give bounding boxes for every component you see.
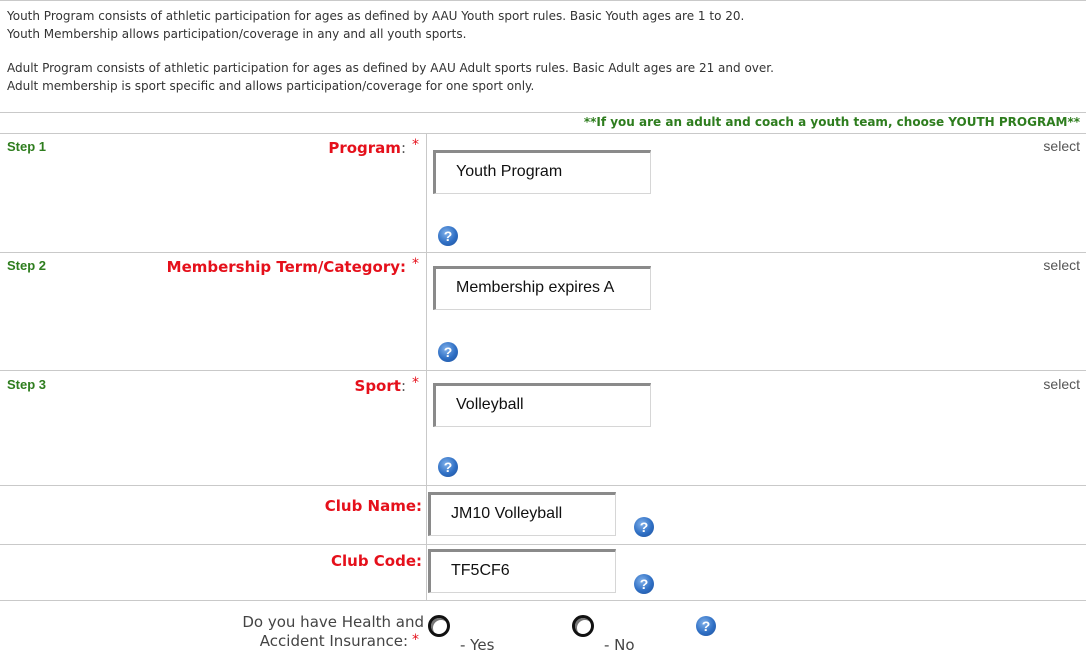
step1-number: Step 1: [7, 139, 47, 154]
program-field[interactable]: Youth Program: [433, 150, 651, 194]
adult-intro-line2: Adult membership is sport specific and a…: [7, 79, 535, 93]
club-code-field[interactable]: TF5CF6: [428, 549, 616, 593]
insurance-question-line2: Accident Insurance:: [259, 632, 408, 650]
insurance-help-icon[interactable]: ?: [696, 616, 716, 636]
insurance-question-line1: Do you have Health and: [242, 613, 424, 631]
youth-intro-line2: Youth Membership allows participation/co…: [7, 27, 467, 41]
required-asterisk: *: [412, 256, 419, 272]
insurance-yes-label: - Yes: [460, 636, 495, 654]
sport-help-icon[interactable]: ?: [438, 457, 458, 477]
sport-select-link[interactable]: select: [1043, 376, 1080, 392]
membership-term-select-link[interactable]: select: [1043, 257, 1080, 273]
club-name-label: Club Name:: [324, 497, 422, 515]
youth-coach-notice: **If you are an adult and coach a youth …: [583, 115, 1080, 129]
club-name-help-icon[interactable]: ?: [634, 517, 654, 537]
program-label-text: Program: [328, 139, 401, 157]
program-help-icon[interactable]: ?: [438, 226, 458, 246]
required-asterisk: *: [412, 137, 419, 153]
insurance-no-radio[interactable]: [572, 615, 594, 637]
club-code-label: Club Code:: [330, 552, 422, 570]
required-asterisk: *: [412, 632, 419, 648]
program-label: Program:: [328, 139, 406, 157]
club-code-help-icon[interactable]: ?: [634, 574, 654, 594]
membership-term-field[interactable]: Membership expires A: [433, 266, 651, 310]
insurance-yes-radio[interactable]: [428, 615, 450, 637]
sport-field[interactable]: Volleyball: [433, 383, 651, 427]
youth-intro-line1: Youth Program consists of athletic parti…: [7, 9, 745, 23]
step3-number: Step 3: [7, 377, 47, 392]
membership-term-label: Membership Term/Category:: [166, 258, 406, 276]
sport-label-text: Sport: [354, 377, 401, 395]
program-label-colon: :: [400, 139, 406, 157]
sport-label: Sport:: [355, 377, 406, 395]
step2-number: Step 2: [7, 258, 47, 273]
sport-label-colon: :: [400, 377, 406, 395]
required-asterisk: *: [412, 375, 419, 391]
club-name-field[interactable]: JM10 Volleyball: [428, 492, 616, 536]
insurance-no-label: - No: [604, 636, 635, 654]
adult-intro-line1: Adult Program consists of athletic parti…: [7, 61, 774, 75]
membership-term-help-icon[interactable]: ?: [438, 342, 458, 362]
program-select-link[interactable]: select: [1043, 138, 1080, 154]
